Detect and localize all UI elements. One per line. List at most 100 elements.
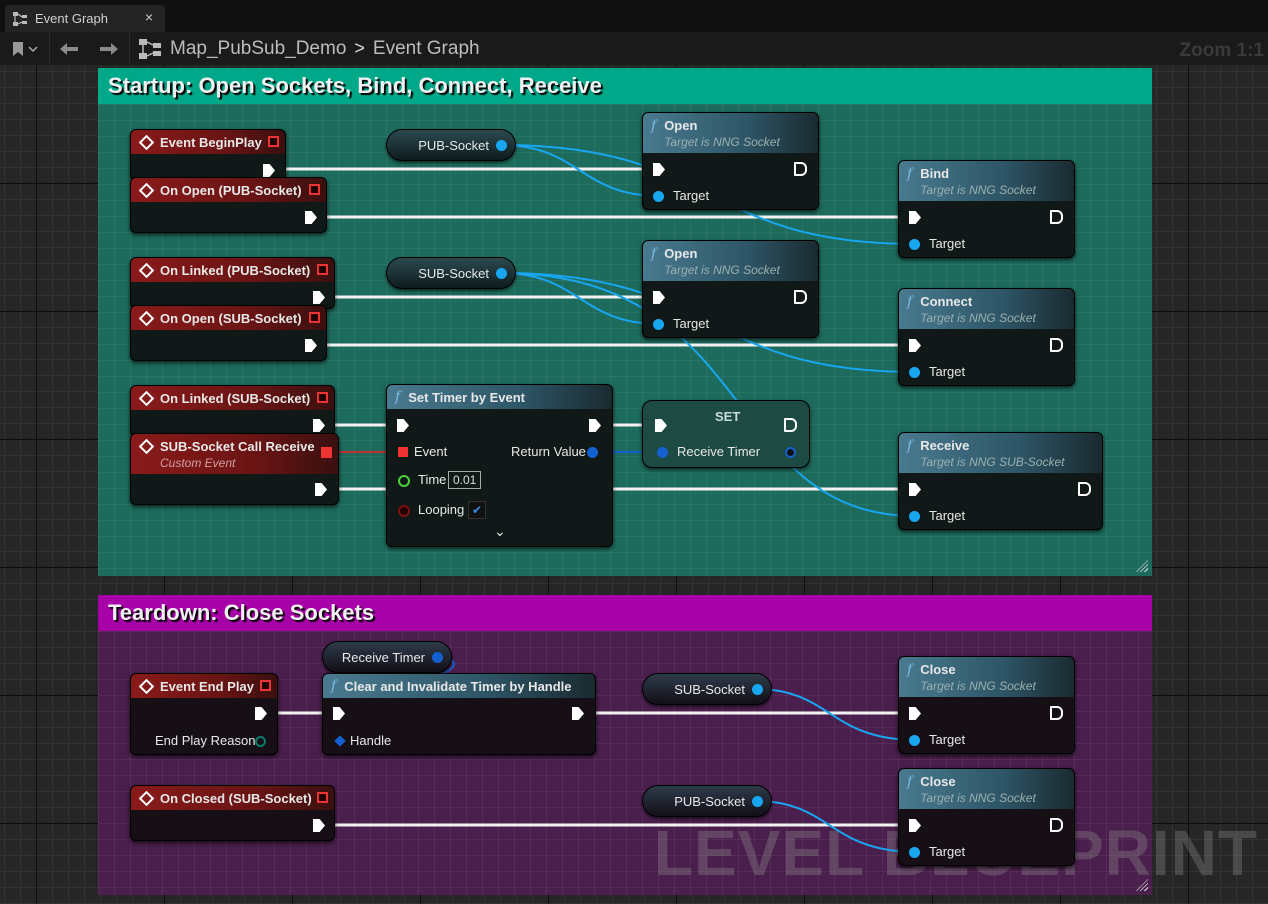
exec-in-pin[interactable] <box>909 707 921 720</box>
exec-out-pin[interactable] <box>794 162 807 176</box>
exec-in-pin[interactable] <box>909 483 921 496</box>
expand-chevron-icon[interactable]: ⌄ <box>494 523 506 540</box>
set-receive-timer-node[interactable]: SET Receive Timer <box>642 400 810 468</box>
exec-out-pin[interactable] <box>794 290 807 304</box>
target-pin[interactable] <box>653 319 664 330</box>
func-open-sub-node[interactable]: f Open Target is NNG Socket Target <box>642 240 819 338</box>
func-close-pub-node[interactable]: f Close Target is NNG Socket Target <box>898 768 1075 866</box>
object-pin[interactable] <box>752 684 763 695</box>
exec-in-pin[interactable] <box>655 419 667 432</box>
function-icon: f <box>651 118 657 134</box>
object-pin[interactable] <box>752 796 763 807</box>
delegate-event-pin[interactable] <box>398 447 408 457</box>
func-open-pub-node[interactable]: f Open Target is NNG Socket Target <box>642 112 819 210</box>
var-sub-socket-teardown[interactable]: SUB-Socket <box>642 673 772 705</box>
exec-out-pin[interactable] <box>1050 818 1063 832</box>
back-button[interactable] <box>50 32 88 65</box>
event-icon <box>138 262 155 278</box>
target-pin[interactable] <box>653 191 664 202</box>
delegate-pin[interactable] <box>260 680 271 691</box>
time-input[interactable]: 0.01 <box>448 471 482 489</box>
var-pub-socket[interactable]: PUB-Socket <box>386 129 516 161</box>
struct-pin[interactable] <box>432 652 443 663</box>
graph-canvas[interactable]: Startup: Open Sockets, Bind, Connect, Re… <box>0 65 1268 904</box>
function-icon: f <box>907 166 913 182</box>
exec-in-pin[interactable] <box>909 339 921 352</box>
delegate-pin[interactable] <box>268 136 279 147</box>
exec-out-pin[interactable] <box>1050 338 1063 352</box>
custom-event-sub-call-receive-node[interactable]: SUB-Socket Call Receive Custom Event <box>130 433 339 505</box>
exec-out-pin[interactable] <box>1050 706 1063 720</box>
func-connect-node[interactable]: f Connect Target is NNG Socket Target <box>898 288 1075 386</box>
exec-in-pin[interactable] <box>653 163 665 176</box>
exec-in-pin[interactable] <box>909 211 921 224</box>
looping-checkbox[interactable]: ✔ <box>468 501 486 519</box>
comment-title[interactable]: Startup: Open Sockets, Bind, Connect, Re… <box>98 68 1152 104</box>
event-end-play-node[interactable]: Event End Play End Play Reason <box>130 673 278 755</box>
exec-out-pin[interactable] <box>255 707 267 720</box>
arrow-left-icon <box>60 42 78 55</box>
exec-in-pin[interactable] <box>653 291 665 304</box>
target-pin[interactable] <box>909 735 920 746</box>
function-icon: f <box>907 662 913 678</box>
func-bind-node[interactable]: f Bind Target is NNG Socket Target <box>898 160 1075 258</box>
exec-out-pin[interactable] <box>313 291 325 304</box>
breadcrumb-root[interactable]: Map_PubSub_Demo <box>170 38 346 60</box>
exec-in-pin[interactable] <box>909 819 921 832</box>
comment-title[interactable]: Teardown: Close Sockets <box>98 595 1152 631</box>
event-on-linked-pub-node[interactable]: On Linked (PUB-Socket) <box>130 257 335 309</box>
delegate-pin[interactable] <box>309 312 320 323</box>
exec-out-pin[interactable] <box>589 419 601 432</box>
exec-out-pin[interactable] <box>315 483 327 496</box>
close-icon[interactable]: × <box>145 9 153 25</box>
exec-out-pin[interactable] <box>784 418 797 432</box>
object-pin[interactable] <box>496 268 507 279</box>
object-pin[interactable] <box>496 140 507 151</box>
target-pin[interactable] <box>909 847 920 858</box>
var-receive-timer[interactable]: Receive Timer <box>322 641 452 673</box>
exec-in-pin[interactable] <box>333 707 345 720</box>
end-play-reason-pin[interactable] <box>255 736 266 747</box>
receive-timer-in-pin[interactable] <box>657 447 668 458</box>
delegate-pin[interactable] <box>321 447 332 458</box>
var-sub-socket[interactable]: SUB-Socket <box>386 257 516 289</box>
func-close-sub-node[interactable]: f Close Target is NNG Socket Target <box>898 656 1075 754</box>
delegate-pin[interactable] <box>309 184 320 195</box>
target-pin[interactable] <box>909 511 920 522</box>
bookmark-button[interactable] <box>0 32 50 65</box>
var-pub-socket-teardown[interactable]: PUB-Socket <box>642 785 772 817</box>
graph-icon <box>130 32 170 65</box>
function-icon: f <box>331 678 337 694</box>
func-clear-invalidate-timer-node[interactable]: f Clear and Invalidate Timer by Handle Ha… <box>322 673 596 755</box>
func-receive-node[interactable]: f Receive Target is NNG SUB-Socket Target <box>898 432 1103 530</box>
receive-timer-out-pin[interactable] <box>785 447 796 458</box>
exec-out-pin[interactable] <box>305 211 317 224</box>
exec-in-pin[interactable] <box>397 419 409 432</box>
event-begin-play-node[interactable]: Event BeginPlay <box>130 129 286 181</box>
exec-out-pin[interactable] <box>313 419 325 432</box>
tab-event-graph[interactable]: Event Graph × <box>5 5 165 32</box>
event-on-open-sub-node[interactable]: On Open (SUB-Socket) <box>130 305 327 361</box>
exec-out-pin[interactable] <box>572 707 584 720</box>
target-pin[interactable] <box>909 239 920 250</box>
return-value-pin[interactable] <box>587 447 598 458</box>
exec-out-pin[interactable] <box>313 819 325 832</box>
target-pin[interactable] <box>909 367 920 378</box>
looping-pin[interactable] <box>398 505 410 517</box>
delegate-pin[interactable] <box>317 792 328 803</box>
exec-out-pin[interactable] <box>1050 210 1063 224</box>
handle-pin[interactable] <box>334 735 346 747</box>
event-icon <box>138 310 155 326</box>
event-on-closed-sub-node[interactable]: On Closed (SUB-Socket) <box>130 785 335 841</box>
exec-out-pin[interactable] <box>1078 482 1091 496</box>
event-icon <box>138 182 155 198</box>
event-on-linked-sub-node[interactable]: On Linked (SUB-Socket) <box>130 385 335 437</box>
exec-out-pin[interactable] <box>263 164 275 177</box>
exec-out-pin[interactable] <box>305 339 317 352</box>
delegate-pin[interactable] <box>317 264 328 275</box>
delegate-pin[interactable] <box>317 392 328 403</box>
event-on-open-pub-node[interactable]: On Open (PUB-Socket) <box>130 177 327 233</box>
func-set-timer-by-event-node[interactable]: f Set Timer by Event Event Return Value T… <box>386 384 613 547</box>
time-pin[interactable] <box>398 475 410 487</box>
forward-button[interactable] <box>88 32 130 65</box>
